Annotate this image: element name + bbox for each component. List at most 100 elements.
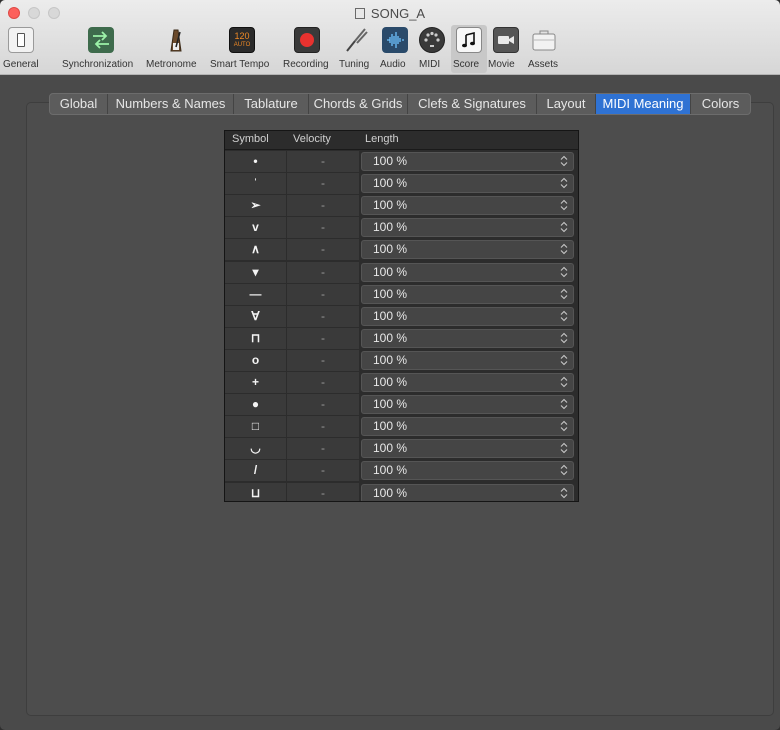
symbol-cell-slash: / xyxy=(225,460,286,482)
column-header-symbol[interactable]: Symbol xyxy=(232,133,269,145)
toolbar-recording[interactable]: Recording xyxy=(281,26,335,72)
length-popup[interactable]: 100 % xyxy=(361,262,574,282)
toolbar-label-midi: MIDI xyxy=(419,59,441,70)
velocity-cell[interactable]: - xyxy=(287,327,359,349)
table-row[interactable]: ∧ -100 % xyxy=(225,239,578,261)
tab-colors[interactable]: Colors xyxy=(691,94,750,114)
up-down-chevron-icon xyxy=(560,332,568,344)
document-icon xyxy=(354,8,365,19)
table-row[interactable]: ● -100 % xyxy=(225,394,578,416)
length-popup[interactable]: 100 % xyxy=(361,439,574,459)
velocity-cell[interactable]: - xyxy=(287,349,359,371)
up-down-chevron-icon xyxy=(560,310,568,322)
toolbar-audio[interactable]: Audio xyxy=(378,26,414,72)
table-row[interactable]: ➢ -100 % xyxy=(225,195,578,217)
preferences-window: SONG_A General Synchronization Metronome xyxy=(0,0,780,730)
length-popup[interactable]: 100 % xyxy=(361,196,574,216)
table-row[interactable]: — -100 % xyxy=(225,283,578,306)
length-value: 100 % xyxy=(373,419,408,434)
music-note-icon xyxy=(456,27,482,53)
velocity-cell[interactable]: - xyxy=(287,283,359,305)
symbol-cell-small-wedge: ▾ xyxy=(225,261,286,283)
column-header-velocity[interactable]: Velocity xyxy=(293,133,331,145)
velocity-cell[interactable]: - xyxy=(287,416,359,438)
table-row[interactable]: v -100 % xyxy=(225,217,578,239)
velocity-cell[interactable]: - xyxy=(287,305,359,327)
velocity-cell[interactable]: - xyxy=(287,195,359,217)
up-down-chevron-icon xyxy=(560,398,568,410)
velocity-cell[interactable]: - xyxy=(287,394,359,416)
toolbar-midi[interactable]: MIDI xyxy=(416,26,450,72)
toolbar-label-tuning: Tuning xyxy=(339,59,370,70)
velocity-cell[interactable]: - xyxy=(287,438,359,460)
length-value: 100 % xyxy=(373,485,408,500)
length-value: 100 % xyxy=(373,242,408,257)
toolbar-assets[interactable]: Assets xyxy=(526,26,566,72)
velocity-cell[interactable]: - xyxy=(287,239,359,261)
toolbar-synchronization[interactable]: Synchronization xyxy=(58,26,144,72)
tab-tablature[interactable]: Tablature xyxy=(234,94,309,114)
table-row[interactable]: / -100 % xyxy=(225,460,578,482)
velocity-cell[interactable]: - xyxy=(287,482,359,501)
metronome-icon xyxy=(163,27,189,53)
length-popup[interactable]: 100 % xyxy=(361,218,574,238)
tab-midi-meaning[interactable]: MIDI Meaning xyxy=(596,94,691,114)
length-popup[interactable]: 100 % xyxy=(361,306,574,326)
record-icon xyxy=(294,27,320,53)
table-row[interactable]: o -100 % xyxy=(225,349,578,372)
up-down-chevron-icon xyxy=(560,354,568,366)
symbol-cell-stopped: + xyxy=(225,372,286,393)
column-header-length[interactable]: Length xyxy=(365,133,399,145)
velocity-cell[interactable]: - xyxy=(287,173,359,195)
length-popup[interactable]: 100 % xyxy=(361,328,574,348)
tab-clefs-signatures[interactable]: Clefs & Signatures xyxy=(408,94,537,114)
table-row[interactable]: ▾ -100 % xyxy=(225,261,578,284)
length-popup[interactable]: 100 % xyxy=(361,395,574,415)
length-popup[interactable]: 100 % xyxy=(361,483,574,501)
table-row[interactable]: ⊓ -100 % xyxy=(225,327,578,350)
tuning-fork-icon xyxy=(343,27,369,53)
toolbar-score[interactable]: Score xyxy=(452,26,486,72)
up-down-chevron-icon xyxy=(560,442,568,454)
toolbar-general[interactable]: General xyxy=(0,26,40,72)
up-down-chevron-icon xyxy=(560,199,568,211)
table-row[interactable]: ∀ -100 % xyxy=(225,305,578,328)
movie-camera-icon xyxy=(493,27,519,53)
tab-global[interactable]: Global xyxy=(50,94,108,114)
toolbar-tuning[interactable]: Tuning xyxy=(338,26,378,72)
table-row[interactable]: ◡ -100 % xyxy=(225,438,578,460)
length-popup[interactable]: 100 % xyxy=(361,174,574,194)
velocity-cell[interactable]: - xyxy=(287,217,359,239)
up-down-chevron-icon xyxy=(560,376,568,388)
length-popup[interactable]: 100 % xyxy=(361,284,574,304)
velocity-cell[interactable]: - xyxy=(287,261,359,283)
velocity-cell[interactable]: - xyxy=(287,151,359,172)
up-down-chevron-icon xyxy=(560,177,568,189)
table-row[interactable]: • -100 % xyxy=(225,151,578,173)
length-popup[interactable]: 100 % xyxy=(361,373,574,392)
audio-waveform-icon xyxy=(382,27,408,53)
length-popup[interactable]: 100 % xyxy=(361,350,574,370)
tab-numbers-names[interactable]: Numbers & Names xyxy=(108,94,234,114)
velocity-cell[interactable]: - xyxy=(287,372,359,393)
length-value: 100 % xyxy=(373,220,408,235)
smart-tempo-mode: AUTO xyxy=(233,42,251,48)
length-popup[interactable]: 100 % xyxy=(361,152,574,171)
toolbar-smart-tempo[interactable]: 120 AUTO Smart Tempo xyxy=(208,26,280,72)
table-row[interactable]: + -100 % xyxy=(225,372,578,394)
velocity-cell[interactable]: - xyxy=(287,460,359,482)
tab-chords-grids[interactable]: Chords & Grids xyxy=(309,94,408,114)
title-bar: SONG_A General Synchronization Metronome xyxy=(0,0,780,75)
length-popup[interactable]: 100 % xyxy=(361,240,574,260)
table-row[interactable]: □ -100 % xyxy=(225,416,578,438)
length-popup[interactable]: 100 % xyxy=(361,417,574,437)
table-row[interactable]: ⊔ -100 % xyxy=(225,482,578,501)
tab-layout[interactable]: Layout xyxy=(537,94,596,114)
table-header: Symbol Velocity Length xyxy=(225,131,578,150)
toolbar-movie[interactable]: Movie xyxy=(488,26,524,72)
length-popup[interactable]: 100 % xyxy=(361,461,574,481)
table-row[interactable]: ˈ -100 % xyxy=(225,173,578,195)
toolbar-metronome[interactable]: Metronome xyxy=(146,26,206,72)
length-value: 100 % xyxy=(373,375,408,389)
synchronization-icon xyxy=(88,27,114,53)
